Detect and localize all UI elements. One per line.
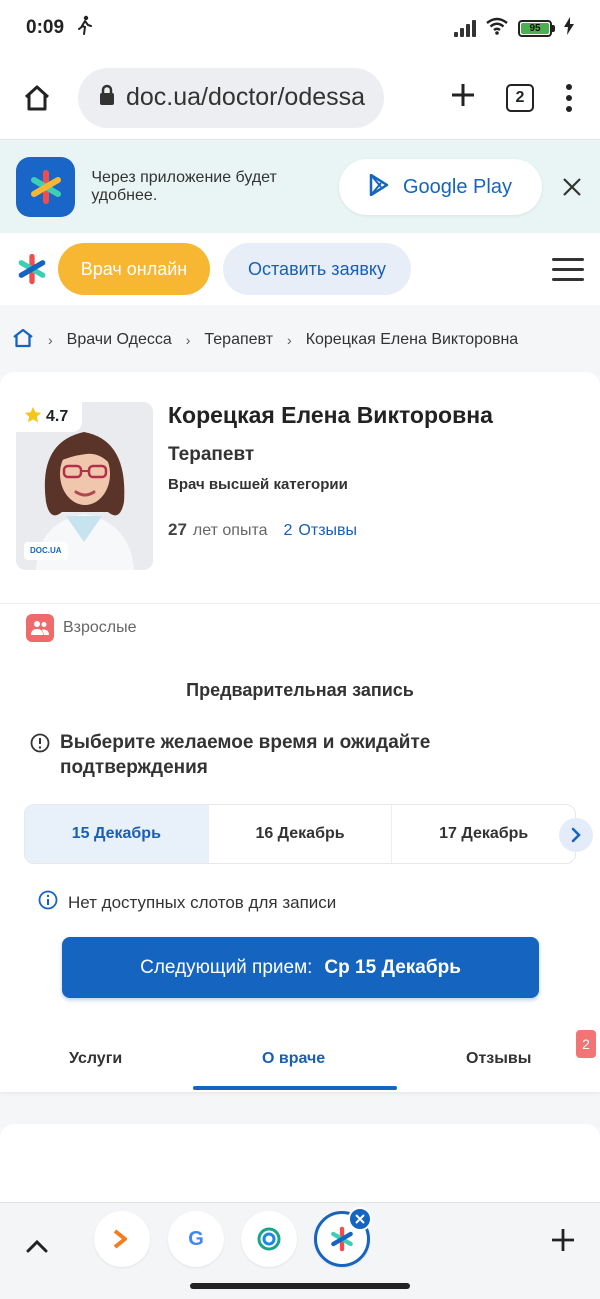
status-time: 0:09 xyxy=(26,17,65,38)
site-header: Врач онлайн Оставить заявку xyxy=(0,233,600,305)
home-icon[interactable] xyxy=(16,77,58,119)
tabs-icon[interactable]: 2 xyxy=(506,83,534,112)
chevron-right-icon: › xyxy=(48,332,53,348)
browser-bottom-bar: G xyxy=(0,1202,600,1299)
home-indicator[interactable] xyxy=(190,1283,410,1289)
content-card xyxy=(0,1124,600,1204)
status-bar: 0:09 95 xyxy=(0,0,600,56)
adults-icon xyxy=(26,614,54,642)
age-group-label: Взрослые xyxy=(63,619,137,636)
doctor-category: Врач высшей категории xyxy=(168,476,348,493)
reviews-count-badge: 2 xyxy=(576,1030,596,1058)
tab-app-orange-icon[interactable] xyxy=(94,1211,150,1267)
docua-logo[interactable] xyxy=(16,253,48,285)
alert-circle-icon xyxy=(30,730,50,780)
breadcrumb-home-icon[interactable] xyxy=(12,328,34,353)
banner-text: Через приложение будет удобнее. xyxy=(91,169,277,204)
next-appointment-label: Следующий прием: xyxy=(140,956,313,978)
doctor-card: 4.7 DOC.UA Корецкая Елена Викторовна Тер… xyxy=(0,372,600,1032)
doctor-name: Корецкая Елена Викторовна xyxy=(168,402,493,428)
experience-years: 27 xyxy=(168,520,187,539)
close-icon[interactable] xyxy=(560,175,584,199)
next-appointment-date: Ср 15 Декабрь xyxy=(324,956,461,978)
chevron-right-icon: › xyxy=(287,332,292,348)
leave-request-button[interactable]: Оставить заявку xyxy=(223,243,411,295)
breadcrumb: › Врачи Одесса › Терапевт › Корецкая Еле… xyxy=(0,318,600,362)
menu-dots-icon[interactable] xyxy=(564,83,574,112)
photo-watermark: DOC.UA xyxy=(30,546,62,555)
date-selector: 15 Декабрь 16 Декабрь 17 Декабрь xyxy=(24,804,576,864)
rating-badge: 4.7 xyxy=(16,402,82,432)
reviews-link[interactable]: Отзывы xyxy=(298,522,357,540)
divider xyxy=(0,603,600,604)
address-bar[interactable]: doc.ua/doctor/odessa xyxy=(78,67,384,128)
booking-notice: Выберите желаемое время и ожидайте подтв… xyxy=(30,730,480,780)
plus-icon[interactable] xyxy=(548,1225,578,1255)
google-play-icon xyxy=(369,173,389,201)
app-install-banner: Через приложение будет удобнее. Google P… xyxy=(0,141,600,233)
docua-app-logo xyxy=(16,157,76,217)
next-appointment-button[interactable]: Следующий прием: Ср 15 Декабрь xyxy=(62,937,539,998)
chevron-right-icon[interactable] xyxy=(559,818,593,852)
battery-level: 95 xyxy=(521,22,549,34)
chevron-right-icon: › xyxy=(185,332,191,348)
wifi-icon xyxy=(485,17,509,40)
tab-reviews[interactable]: Отзывы xyxy=(466,1050,531,1068)
booking-notice-text: Выберите желаемое время и ожидайте подтв… xyxy=(60,732,431,778)
booking-title: Предварительная запись xyxy=(186,680,414,700)
hamburger-menu-icon[interactable] xyxy=(552,257,584,281)
tab-google-icon[interactable]: G xyxy=(168,1211,224,1267)
new-tab-plus-icon[interactable] xyxy=(450,82,476,113)
google-play-button[interactable]: Google Play xyxy=(338,159,543,215)
info-icon xyxy=(38,890,58,915)
doctor-specialty: Терапевт xyxy=(168,444,255,465)
date-tab[interactable]: 16 Декабрь xyxy=(209,805,393,863)
close-icon[interactable] xyxy=(348,1207,372,1231)
charging-icon xyxy=(564,16,574,40)
no-slots-message: Нет доступных слотов для записи xyxy=(38,890,336,915)
doctor-meta: 27 лет опыта 2 Отзывы xyxy=(168,520,357,540)
breadcrumb-doctors-odessa[interactable]: Врачи Одесса xyxy=(67,331,172,349)
breadcrumb-current: Корецкая Елена Викторовна xyxy=(305,331,519,348)
chevron-up-icon[interactable] xyxy=(22,1231,52,1261)
breadcrumb-therapist[interactable]: Терапевт xyxy=(204,331,273,349)
date-tab[interactable]: 15 Декабрь xyxy=(25,805,209,863)
age-group: Взрослые xyxy=(26,614,137,642)
profile-tabs: Услуги О враче Отзывы 2 xyxy=(0,1030,600,1092)
rating-value: 4.7 xyxy=(46,408,69,425)
walking-icon xyxy=(76,15,94,41)
doctor-online-button[interactable]: Врач онлайн xyxy=(58,243,210,295)
google-play-label: Google Play xyxy=(402,175,512,198)
battery-icon: 95 xyxy=(518,19,555,37)
signal-icon xyxy=(454,19,476,37)
lock-icon xyxy=(98,84,116,111)
active-tab-indicator xyxy=(193,1086,397,1090)
tab-about-doctor[interactable]: О враче xyxy=(262,1050,325,1068)
date-tab[interactable]: 17 Декабрь xyxy=(392,805,575,863)
star-icon xyxy=(24,406,42,429)
reviews-count[interactable]: 2 xyxy=(284,522,293,540)
tab-app-green-icon[interactable] xyxy=(241,1211,297,1267)
no-slots-text: Нет доступных слотов для записи xyxy=(68,892,337,912)
url-text: doc.ua/doctor/odessa xyxy=(126,83,366,111)
tab-services[interactable]: Услуги xyxy=(69,1050,122,1068)
browser-toolbar: doc.ua/doctor/odessa 2 xyxy=(0,56,600,140)
experience-label: лет опыта xyxy=(192,522,268,539)
